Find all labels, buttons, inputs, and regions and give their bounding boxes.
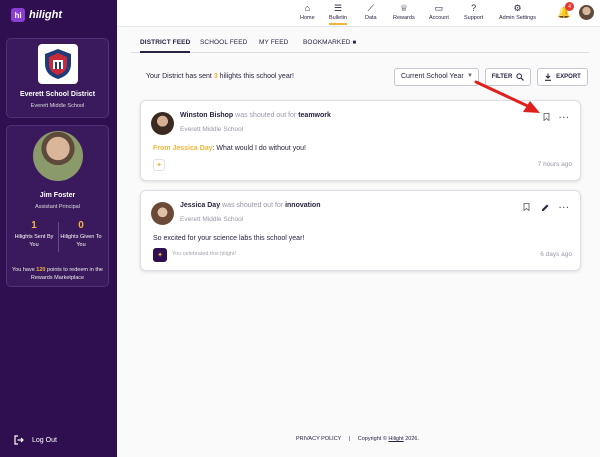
tab-school-feed[interactable]: SCHOOL FEED xyxy=(200,39,247,46)
celebrate-icon[interactable]: ✦ xyxy=(153,159,165,171)
copyright-after: 2026. xyxy=(403,436,419,442)
account-icon: ▭ xyxy=(434,3,444,13)
bookmark-icon[interactable] xyxy=(523,203,530,213)
post-message: From Jessica Day: What would I do withou… xyxy=(153,145,306,152)
annotation-arrow-icon xyxy=(474,80,540,113)
tab-bookmarked-label: BOOKMARKED xyxy=(303,39,351,46)
profile-card: Jim Foster Assistant Principal 1 Hilight… xyxy=(6,125,109,287)
bookmark-filled-icon: ■ xyxy=(352,40,357,46)
post-connector: was shouted out for xyxy=(220,202,286,209)
post-recipient-name[interactable]: Winston Bishop xyxy=(180,112,233,119)
nav-support[interactable]: ? Support xyxy=(464,3,483,21)
copyright-brand-link[interactable]: Hilight xyxy=(388,436,403,442)
stat-sent-label: Hilights Sent By You xyxy=(14,234,54,248)
notification-badge: 4 xyxy=(565,2,574,11)
summary-after: hilights this school year! xyxy=(217,73,294,80)
stat-given-count: 0 xyxy=(78,220,84,231)
post-connector: was shouted out for xyxy=(233,112,299,119)
summary-before: Your District has sent xyxy=(146,73,214,80)
post-value: teamwork xyxy=(298,112,331,119)
points-text: You have 120 points to redeem in the Rew… xyxy=(11,266,104,282)
avatar[interactable] xyxy=(579,5,594,20)
district-card: Everett School District Everett Middle S… xyxy=(6,38,109,118)
nav-support-label: Support xyxy=(464,15,484,21)
profile-name: Jim Foster xyxy=(39,192,76,199)
stat-sent: 1 Hilights Sent By You xyxy=(12,220,56,249)
post-from[interactable]: From Jessica Day xyxy=(153,145,213,152)
nav-data-label: Data xyxy=(365,15,377,21)
feed-post: Jessica Day was shouted out for innovati… xyxy=(140,190,581,271)
home-icon: ⌂ xyxy=(304,3,311,13)
avatar[interactable] xyxy=(151,202,174,225)
gear-icon: ⚙ xyxy=(513,3,522,13)
celebrated-icon[interactable]: ✦ xyxy=(153,248,167,262)
nav-home[interactable]: ⌂ Home xyxy=(300,3,315,21)
post-timestamp: 6 days ago xyxy=(540,251,572,258)
nav-admin-settings[interactable]: ⚙ Admin Settings xyxy=(499,3,536,21)
brand-mark-icon: hi xyxy=(11,8,25,22)
avatar[interactable] xyxy=(151,112,174,135)
tab-district-feed[interactable]: DISTRICT FEED xyxy=(140,39,191,53)
copyright-before: Copyright © xyxy=(357,436,389,442)
export-label: EXPORT xyxy=(556,74,581,80)
privacy-policy-link[interactable]: PRIVACY POLICY xyxy=(296,436,341,442)
post-header: Winston Bishop was shouted out for teamw… xyxy=(180,112,331,119)
logout-icon xyxy=(14,435,24,445)
tab-bookmarked[interactable]: BOOKMARKED ■ xyxy=(303,39,356,46)
top-nav: ⌂ Home ☰ Bulletin ⟋ Data ♕ Rewards ▭ Account … xyxy=(117,0,600,27)
nav-data[interactable]: ⟋ Data xyxy=(365,3,377,21)
post-value: innovation xyxy=(285,202,321,209)
stat-given-label: Hilights Given To You xyxy=(60,234,102,248)
period-select-value: Current School Year xyxy=(401,73,464,80)
district-crest-icon xyxy=(38,44,78,84)
more-options-icon[interactable]: ··· xyxy=(559,113,570,122)
logout-label: Log Out xyxy=(32,436,57,444)
post-header: Jessica Day was shouted out for innovati… xyxy=(180,202,320,209)
trophy-icon: ♕ xyxy=(399,3,408,13)
sidebar: hi hilight Everett School District Evere… xyxy=(0,0,117,457)
profile-avatar[interactable] xyxy=(33,131,83,181)
feed-tabs: DISTRICT FEED SCHOOL FEED MY FEED BOOKMA… xyxy=(131,35,589,53)
footer: PRIVACY POLICY | Copyright © Hilight 202… xyxy=(296,436,419,442)
celebrated-text: You celebrated this hilight! xyxy=(172,251,237,257)
help-icon: ? xyxy=(471,3,477,13)
nav-rewards-label: Rewards xyxy=(393,15,415,21)
points-text-before: You have xyxy=(12,267,37,273)
post-message-text: : What would I do without you! xyxy=(212,145,306,152)
post-school: Everett Middle School xyxy=(180,126,244,133)
post-message: So excited for your science labs this sc… xyxy=(153,235,305,242)
profile-role: Assistant Principal xyxy=(35,204,80,210)
post-timestamp: 7 hours ago xyxy=(537,161,572,168)
district-school: Everett Middle School xyxy=(30,103,85,109)
stat-sent-count: 1 xyxy=(31,220,37,231)
period-select[interactable]: Current School Year ▼ xyxy=(394,68,479,86)
district-name: Everett School District xyxy=(19,91,96,98)
brand-name: hilight xyxy=(29,9,62,21)
list-icon: ☰ xyxy=(333,3,343,13)
stat-given: 0 Hilights Given To You xyxy=(59,220,103,249)
edit-pencil-icon[interactable] xyxy=(541,203,550,214)
nav-bulletin-label: Bulletin xyxy=(329,15,348,21)
tab-my-feed[interactable]: MY FEED xyxy=(259,39,288,46)
summary-text: Your District has sent 3 hilights this s… xyxy=(146,73,294,80)
nav-account-label: Account xyxy=(429,15,449,21)
more-options-icon[interactable]: ··· xyxy=(559,203,570,212)
nav-bulletin[interactable]: ☰ Bulletin xyxy=(329,3,348,25)
brand-logo[interactable]: hi hilight xyxy=(11,8,62,22)
post-recipient-name[interactable]: Jessica Day xyxy=(180,202,220,209)
footer-separator: | xyxy=(348,436,351,442)
nav-account[interactable]: ▭ Account xyxy=(429,3,449,21)
trend-icon: ⟋ xyxy=(367,3,374,13)
nav-rewards[interactable]: ♕ Rewards xyxy=(393,3,415,21)
nav-home-label: Home xyxy=(300,15,315,21)
logout-button[interactable]: Log Out xyxy=(14,435,57,445)
post-school: Everett Middle School xyxy=(180,216,244,223)
nav-admin-settings-label: Admin Settings xyxy=(499,15,536,21)
